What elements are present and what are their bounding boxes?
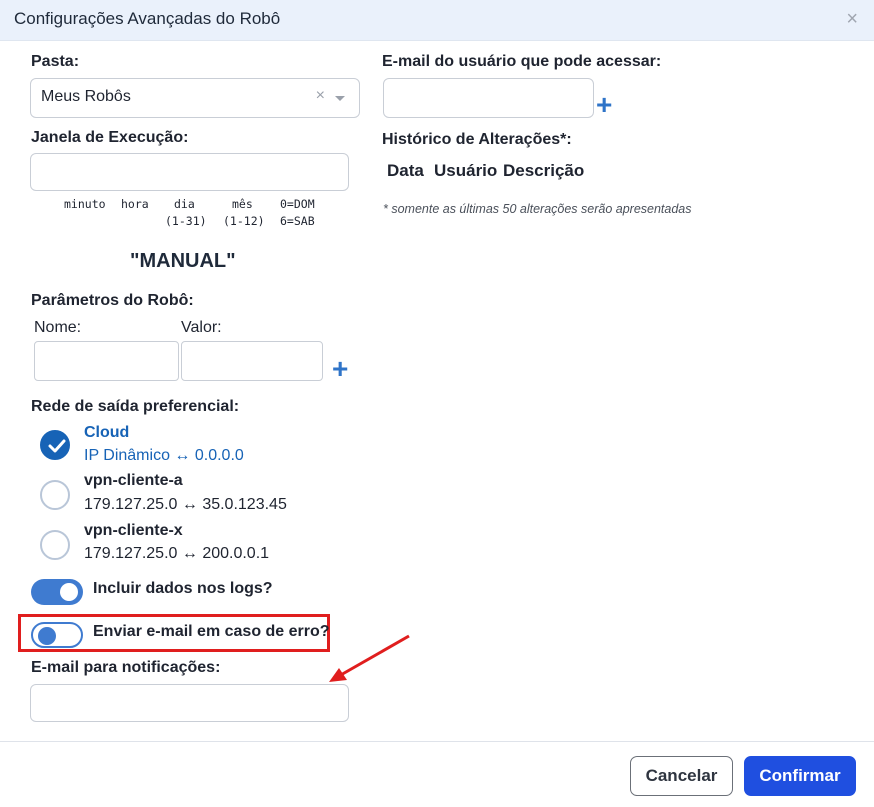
param-name-label: Nome:: [34, 319, 82, 336]
notify-email-label: E-mail para notificações:: [31, 659, 221, 676]
add-access-email-icon[interactable]: +: [596, 91, 612, 119]
toggle-knob: [38, 627, 56, 645]
network-option-vpn-x-radio[interactable]: [40, 530, 70, 560]
cron-field-month: mês: [232, 197, 253, 211]
network-option-cloud-ip: IP Dinâmico ↔ 0.0.0.0: [84, 447, 244, 464]
clear-icon[interactable]: ×: [316, 87, 325, 105]
history-col-description: Descrição: [503, 161, 585, 180]
params-label: Parâmetros do Robô:: [31, 292, 194, 309]
network-option-vpn-a-ip: 179.127.25.0 ↔ 35.0.123.45: [84, 496, 287, 513]
schedule-input[interactable]: [30, 153, 349, 191]
dialog-title: Configurações Avançadas do Robô: [14, 9, 281, 28]
folder-select-value: Meus Robôs: [41, 88, 131, 105]
cron-field-month-range: (1-12): [223, 214, 265, 228]
logs-toggle[interactable]: [31, 579, 83, 605]
cron-field-day: dia: [174, 197, 195, 211]
network-option-vpn-a-name[interactable]: vpn-cliente-a: [84, 472, 183, 490]
logs-toggle-label: Incluir dados nos logs?: [93, 580, 273, 597]
network-option-vpn-x-name[interactable]: vpn-cliente-x: [84, 522, 183, 540]
network-option-vpn-a-radio[interactable]: [40, 480, 70, 510]
cron-field-weekday-range: 6=SAB: [280, 214, 315, 228]
add-param-icon[interactable]: +: [332, 355, 348, 383]
param-name-input[interactable]: [34, 341, 179, 381]
schedule-label: Janela de Execução:: [31, 129, 189, 146]
param-value-label: Valor:: [181, 319, 222, 336]
network-option-cloud-radio[interactable]: [40, 430, 70, 460]
schedule-mode-text: "MANUAL": [130, 250, 236, 272]
email-error-toggle-label: Enviar e-mail em caso de erro?: [93, 623, 330, 640]
history-col-user: Usuário: [434, 161, 498, 180]
toggle-knob: [60, 583, 78, 601]
access-email-input[interactable]: [383, 78, 594, 118]
email-error-toggle[interactable]: [31, 622, 83, 648]
cron-field-weekday: 0=DOM: [280, 197, 315, 211]
cron-field-day-range: (1-31): [165, 214, 207, 228]
network-option-cloud-name[interactable]: Cloud: [84, 424, 129, 442]
folder-label: Pasta:: [31, 53, 80, 70]
notify-email-input[interactable]: [30, 684, 349, 722]
check-icon: [48, 439, 66, 453]
param-value-input[interactable]: [181, 341, 323, 381]
history-note: * somente as últimas 50 alterações serão…: [383, 202, 692, 216]
cancel-button[interactable]: Cancelar: [630, 756, 733, 796]
footer-divider: [0, 741, 874, 742]
annotation-arrow-icon: [329, 634, 410, 682]
advanced-settings-dialog: Configurações Avançadas do Robô × Pasta:…: [0, 0, 874, 807]
confirm-button[interactable]: Confirmar: [744, 756, 856, 796]
network-option-vpn-x-ip: 179.127.25.0 ↔ 200.0.0.1: [84, 545, 270, 562]
chevron-down-icon[interactable]: [335, 96, 345, 101]
dialog-header: Configurações Avançadas do Robô ×: [0, 0, 874, 41]
folder-select[interactable]: Meus Robôs ×: [30, 78, 360, 118]
network-label: Rede de saída preferencial:: [31, 398, 240, 415]
access-email-label: E-mail do usuário que pode acessar:: [382, 53, 662, 70]
cron-field-hour: hora: [121, 197, 149, 211]
close-icon[interactable]: ×: [846, 8, 858, 31]
history-label: Histórico de Alterações*:: [382, 131, 572, 148]
history-col-date: Data: [387, 161, 424, 180]
cron-field-minute: minuto: [64, 197, 106, 211]
